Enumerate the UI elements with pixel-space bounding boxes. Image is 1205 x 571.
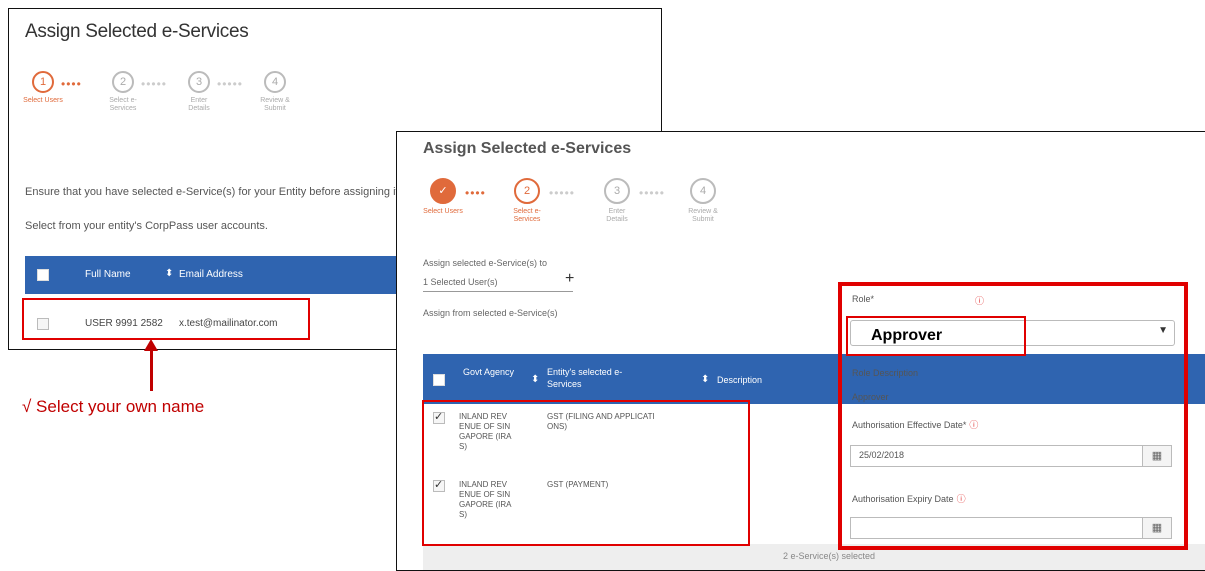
assign-from-label: Assign from selected e-Service(s) bbox=[423, 308, 558, 318]
annotation-arrow bbox=[150, 348, 153, 391]
step-enter-details[interactable]: 3 Enter Details bbox=[597, 178, 637, 224]
step-number: 4 bbox=[690, 178, 716, 204]
step-caption: Select e-Services bbox=[513, 208, 541, 223]
column-header-description[interactable]: Description bbox=[717, 374, 762, 386]
annotation-text: √ Select your own name bbox=[22, 397, 205, 416]
step-caption: Select Users bbox=[423, 208, 463, 215]
column-header-govt-agency[interactable]: Govt Agency bbox=[463, 366, 523, 378]
sort-icon[interactable]: ⬍ bbox=[531, 374, 539, 385]
select-all-checkbox[interactable] bbox=[433, 374, 445, 386]
selected-users-field[interactable]: 1 Selected User(s) bbox=[423, 277, 573, 292]
column-header-email[interactable]: Email Address bbox=[179, 269, 243, 280]
step-select-e-services[interactable]: 2 Select e-Services bbox=[103, 71, 143, 113]
stepper: 1 Select Users •••• 2 Select e-Services … bbox=[23, 71, 323, 141]
step-connector: ••••• bbox=[639, 186, 666, 200]
step-enter-details[interactable]: 3 Enter Details bbox=[179, 71, 219, 113]
annotation-box-selected-services bbox=[422, 400, 750, 546]
step-review-submit[interactable]: 4 Review & Submit bbox=[255, 71, 295, 113]
step-number: 2 bbox=[112, 71, 134, 93]
selection-count: 2 e-Service(s) selected bbox=[783, 551, 876, 561]
step-caption: Review & Submit bbox=[688, 208, 718, 223]
annotation-box-user-row bbox=[22, 298, 310, 340]
step-number: 1 bbox=[32, 71, 54, 93]
step-select-users[interactable]: ✓ Select Users bbox=[423, 178, 463, 216]
step-number: 2 bbox=[514, 178, 540, 204]
step-caption: Select Users bbox=[23, 97, 63, 104]
instruction-text: Select from your entity's CorpPass user … bbox=[25, 220, 268, 232]
step-connector: •••• bbox=[465, 186, 486, 200]
column-header-e-services[interactable]: Entity's selected e-Services bbox=[547, 366, 627, 390]
instruction-text: Ensure that you have selected e-Service(… bbox=[25, 186, 432, 198]
select-all-checkbox[interactable] bbox=[37, 269, 49, 281]
step-number: 4 bbox=[264, 71, 286, 93]
step-caption: Enter Details bbox=[188, 97, 210, 112]
step-connector: •••• bbox=[61, 77, 82, 91]
step-number: 3 bbox=[188, 71, 210, 93]
step-select-e-services[interactable]: 2 Select e-Services bbox=[507, 178, 547, 224]
step-caption: Review & Submit bbox=[260, 97, 290, 112]
sort-icon[interactable]: ⬍ bbox=[165, 268, 173, 279]
page-title: Assign Selected e-Services bbox=[423, 140, 632, 157]
step-number: 3 bbox=[604, 178, 630, 204]
sort-icon[interactable]: ⬍ bbox=[701, 374, 709, 385]
step-connector: ••••• bbox=[549, 186, 576, 200]
annotation-box-approver bbox=[846, 316, 1026, 356]
page-title: Assign Selected e-Services bbox=[25, 21, 249, 42]
step-caption: Select e-Services bbox=[109, 97, 137, 112]
step-select-users[interactable]: 1 Select Users bbox=[23, 71, 63, 105]
assign-to-label: Assign selected e-Service(s) to bbox=[423, 258, 548, 268]
step-review-submit[interactable]: 4 Review & Submit bbox=[683, 178, 723, 224]
check-icon: ✓ bbox=[430, 178, 456, 204]
stepper: ✓ Select Users •••• 2 Select e-Services … bbox=[423, 178, 743, 248]
step-caption: Enter Details bbox=[606, 208, 628, 223]
step-connector: ••••• bbox=[217, 77, 244, 91]
plus-icon[interactable]: + bbox=[565, 270, 574, 288]
column-header-full-name[interactable]: Full Name bbox=[85, 269, 131, 280]
step-connector: ••••• bbox=[141, 77, 168, 91]
